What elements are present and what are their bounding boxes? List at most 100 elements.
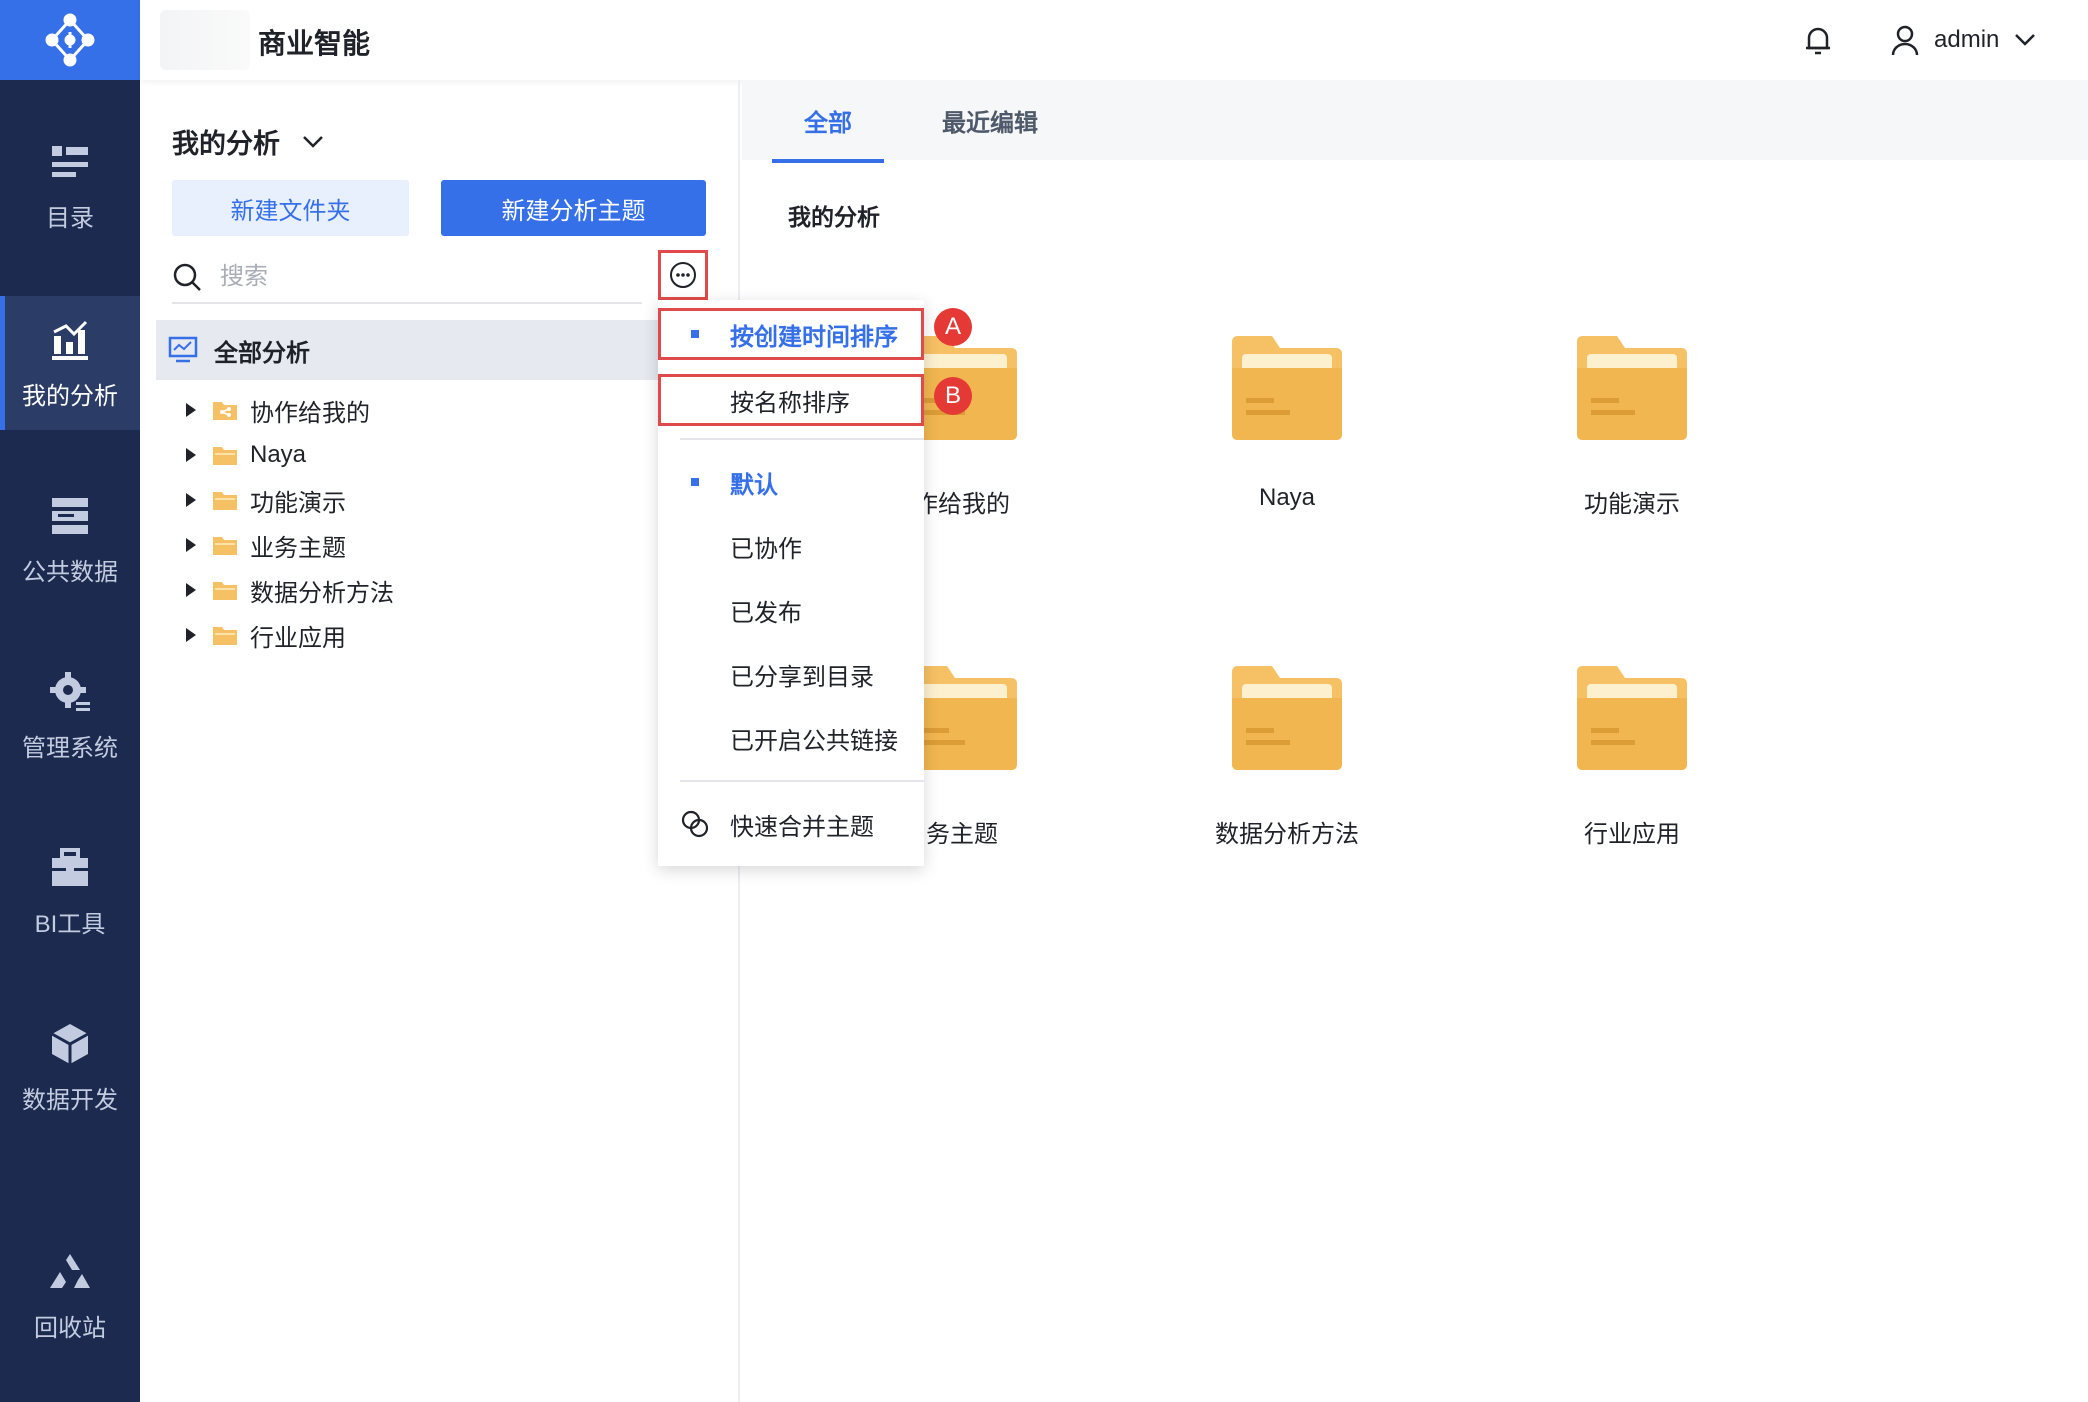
nav-item-catalog[interactable]: 目录: [0, 118, 140, 252]
top-header: 商业智能 admin: [140, 0, 2088, 80]
tree-item-label: 数据分析方法: [250, 579, 394, 607]
menu-sort-by-name[interactable]: 按名称排序: [658, 374, 924, 426]
tree-item-label: Naya: [250, 441, 307, 468]
nav-item-admin[interactable]: 管理系统: [0, 648, 140, 782]
menu-item-label: 已发布: [730, 599, 802, 627]
tree-root-all-analysis[interactable]: 全部分析: [156, 320, 686, 380]
menu-item-label: 按名称排序: [730, 389, 850, 417]
menu-item-label: 已协作: [730, 535, 802, 563]
menu-item-label: 快速合并主题: [730, 813, 874, 841]
user-menu[interactable]: admin: [1890, 20, 2037, 60]
menu-divider: [680, 780, 924, 782]
menu-item-label: 已开启公共链接: [730, 727, 898, 755]
folder-card-analysis-methods[interactable]: 数据分析方法: [1187, 664, 1387, 849]
search-box: [172, 252, 642, 304]
menu-sort-by-created-time[interactable]: 按创建时间排序: [658, 308, 924, 360]
cube-icon: [51, 1023, 89, 1064]
more-dots-icon: [670, 262, 696, 288]
tree-item-label: 功能演示: [250, 489, 346, 517]
app-title: 商业智能: [258, 28, 371, 59]
tab-all[interactable]: 全部: [772, 80, 884, 163]
user-name: admin: [1934, 26, 2000, 53]
menu-quick-merge-topics[interactable]: 快速合并主题: [658, 798, 924, 850]
brand-logo-placeholder: [160, 10, 250, 70]
monitor-chart-icon: [168, 336, 198, 363]
folder-icon: [213, 492, 237, 510]
menu-divider: [680, 438, 924, 440]
folder-card-label: 数据分析方法: [1215, 821, 1359, 848]
nav-item-data-dev[interactable]: 数据开发: [0, 1000, 140, 1134]
shared-folder-icon: [213, 402, 237, 420]
tab-bar: 全部 最近编辑: [742, 80, 2088, 163]
selected-dot-icon: [691, 330, 699, 338]
breadcrumb: 我的分析: [788, 204, 880, 230]
tree-item-label: 行业应用: [250, 624, 346, 652]
folder-card-label: 务主题: [926, 821, 998, 848]
user-icon: [1891, 25, 1919, 56]
new-folder-button[interactable]: 新建文件夹: [172, 180, 409, 236]
expand-caret-icon[interactable]: [186, 493, 196, 507]
chevron-down-icon: [303, 135, 323, 148]
bell-icon: [1806, 27, 1830, 55]
analysis-chart-icon: [52, 320, 88, 360]
tree-item-label: 协作给我的: [250, 399, 370, 427]
annotation-marker-b: B: [934, 377, 972, 415]
merge-circles-icon: [681, 810, 709, 838]
folder-large-icon: [1577, 336, 1687, 440]
expand-caret-icon[interactable]: [186, 628, 196, 642]
tree-root-label: 全部分析: [214, 339, 310, 367]
folder-icon: [213, 582, 237, 600]
folder-card-industry-apps[interactable]: 行业应用: [1532, 664, 1732, 849]
nav-label: 我的分析: [22, 382, 118, 410]
folder-icon: [213, 627, 237, 645]
folder-icon: [213, 537, 237, 555]
folder-card-naya[interactable]: Naya: [1187, 334, 1387, 512]
menu-item-label: 已分享到目录: [730, 663, 874, 691]
menu-filter-collaborated[interactable]: 已协作: [658, 520, 924, 572]
nav-label: 公共数据: [22, 558, 118, 586]
expand-caret-icon[interactable]: [186, 538, 196, 552]
annotation-marker-a: A: [934, 308, 972, 346]
search-icon: [173, 263, 201, 291]
menu-filter-published[interactable]: 已发布: [658, 584, 924, 636]
tab-recently-edited[interactable]: 最近编辑: [930, 80, 1050, 160]
recycle-icon: [50, 1253, 90, 1288]
folder-card-label: 功能演示: [1584, 491, 1680, 518]
tree-item-industry-apps[interactable]: 行业应用: [140, 605, 670, 665]
toolbox-icon: [52, 847, 88, 886]
nav-rail: 目录 我的分析 公共数据 管理系统 BI工具 数据开发 回收站: [0, 0, 140, 1402]
settings-gear-icon: [50, 671, 90, 711]
new-topic-button[interactable]: 新建分析主题: [441, 180, 706, 236]
folder-card-label: 行业应用: [1584, 821, 1680, 848]
tree-item-label: 业务主题: [250, 534, 346, 562]
menu-filter-public-link[interactable]: 已开启公共链接: [658, 712, 924, 764]
folder-large-icon: [1577, 666, 1687, 770]
nav-item-public-data[interactable]: 公共数据: [0, 472, 140, 606]
nav-label: 目录: [46, 204, 94, 232]
expand-caret-icon[interactable]: [186, 448, 196, 462]
nav-item-my-analysis[interactable]: 我的分析: [0, 296, 140, 430]
nav-item-recycle-bin[interactable]: 回收站: [0, 1228, 140, 1362]
more-options-button[interactable]: [658, 250, 708, 300]
menu-item-label: 按创建时间排序: [730, 323, 898, 351]
nav-item-bi-tools[interactable]: BI工具: [0, 824, 140, 958]
folder-card-feature-demo[interactable]: 功能演示: [1532, 334, 1732, 519]
main-content: 全部 最近编辑 我的分析 作给我的 Naya 功能演示 务主题 数据分析方法 行…: [742, 80, 2088, 1402]
expand-caret-icon[interactable]: [186, 583, 196, 597]
panel-title-dropdown[interactable]: 我的分析: [172, 122, 324, 161]
chevron-down-icon: [2015, 34, 2036, 46]
menu-filter-shared-to-catalog[interactable]: 已分享到目录: [658, 648, 924, 700]
search-input[interactable]: [218, 262, 598, 292]
folder-icon: [213, 447, 237, 465]
menu-filter-default[interactable]: 默认: [658, 456, 924, 508]
database-icon: [52, 497, 88, 534]
folder-card-label: 作给我的: [914, 491, 1010, 518]
notifications-button[interactable]: [1800, 22, 1836, 58]
expand-caret-icon[interactable]: [186, 403, 196, 417]
more-options-menu: 按创建时间排序 按名称排序 默认 已协作 已发布 已分享到目录 已开启公共链接 …: [658, 300, 924, 866]
logo[interactable]: [0, 0, 140, 80]
nav-label: BI工具: [34, 910, 106, 938]
menu-item-label: 默认: [730, 471, 778, 499]
analysis-panel: 我的分析 新建文件夹 新建分析主题 全部分析: [140, 80, 740, 1402]
folder-large-icon: [1232, 666, 1342, 770]
